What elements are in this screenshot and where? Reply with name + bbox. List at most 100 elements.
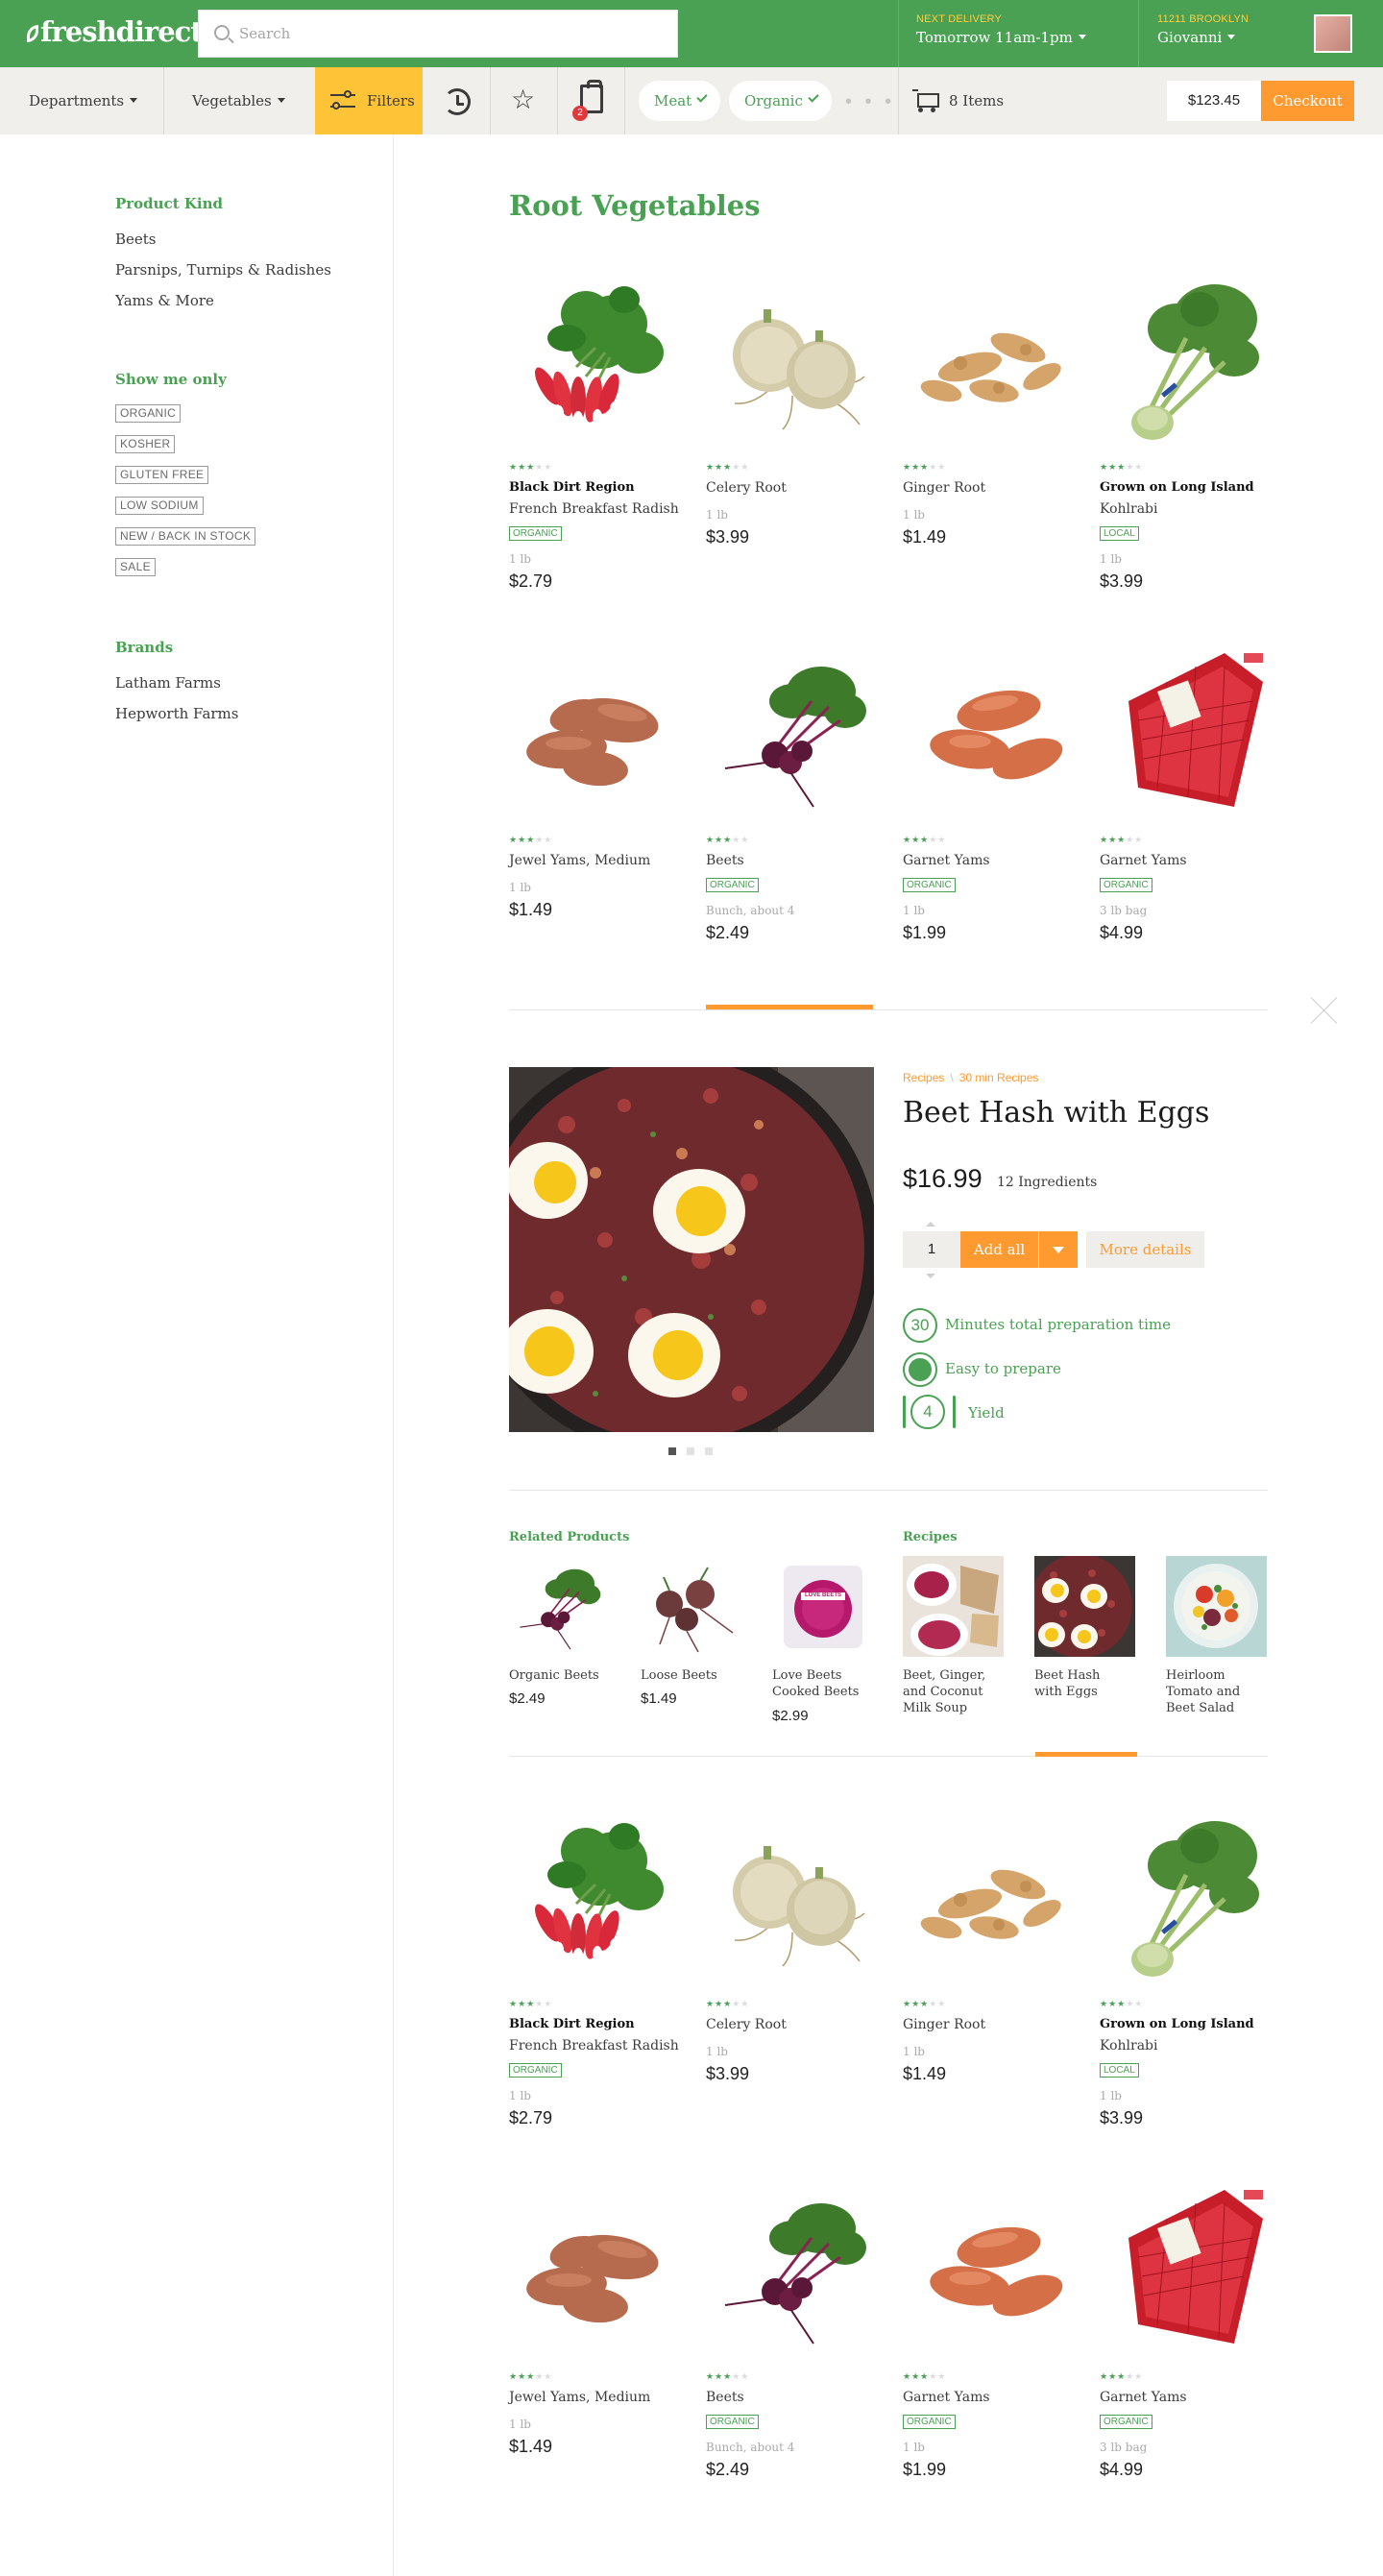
related-product-name[interactable]: Love Beets Cooked Beets [772, 1667, 868, 1700]
product-card[interactable]: ★★★★★ Jewel Yams, Medium 1 lb $1.49 [509, 644, 686, 1009]
product-image[interactable] [903, 2180, 1080, 2357]
shopping-list-button[interactable]: 2 [557, 67, 624, 134]
product-card[interactable]: ★★★★★ Beets ORGANIC Bunch, about 4 $2.49 [706, 2180, 883, 2545]
product-card[interactable]: ★★★★★ Grown on Long Island Kohlrabi LOCAL 1 … [1100, 1808, 1276, 2173]
product-card[interactable]: ★★★★★ Grown on Long Island Kohlrabi LOCAL 1 … [1100, 271, 1276, 636]
product-image[interactable] [903, 1808, 1080, 1984]
add-options-dropdown[interactable] [1039, 1231, 1078, 1268]
filter-tag-gluten-free[interactable]: GLUTEN FREE [115, 466, 209, 484]
checkout-button[interactable]: Checkout [1261, 81, 1354, 121]
product-card[interactable]: ★★★★★ Black Dirt Region French Breakfast R… [509, 271, 686, 636]
quantity-down-icon[interactable] [926, 1274, 935, 1278]
breadcrumb-30-min[interactable]: 30 min Recipes [959, 1071, 1039, 1084]
product-image[interactable] [509, 1808, 686, 1984]
product-card[interactable]: ★★★★★ Garnet Yams ORGANIC 3 lb bag $4.99 [1100, 644, 1276, 1009]
filter-tag-organic[interactable]: ORGANIC [115, 404, 182, 423]
product-card[interactable]: ★★★★★ Jewel Yams, Medium 1 lb $1.49 [509, 2180, 686, 2545]
product-image[interactable] [903, 271, 1080, 448]
delivery-selector[interactable]: NEXT DELIVERY Tomorrow 11am-1pm [916, 13, 1128, 46]
related-product-name[interactable]: Organic Beets [509, 1667, 605, 1684]
filters-button[interactable]: Filters [315, 67, 423, 134]
avatar[interactable] [1314, 14, 1352, 53]
related-product-image[interactable]: LOVE BEETS [772, 1556, 873, 1657]
product-card[interactable]: ★★★★★ Celery Root 1 lb $3.99 [706, 1808, 883, 2173]
product-card[interactable]: ★★★★★ Garnet Yams ORGANIC 3 lb bag $4.99 [1100, 2180, 1276, 2545]
product-image[interactable] [706, 1808, 883, 1984]
product-price: $1.49 [903, 2064, 947, 2083]
product-image[interactable] [706, 644, 883, 820]
product-card[interactable]: ★★★★★ Garnet Yams ORGANIC 1 lb $1.99 [903, 644, 1080, 1009]
filter-tag-sale[interactable]: SALE [115, 558, 156, 576]
sidebar-item-yams[interactable]: Yams & More [115, 292, 214, 309]
recipe-name[interactable]: Beet Hash with Eggs [1034, 1667, 1130, 1700]
product-name: Garnet Yams [903, 853, 990, 868]
breadcrumb-recipes[interactable]: Recipes [903, 1071, 944, 1084]
product-card[interactable]: ★★★★★ Black Dirt Region French Breakfast R… [509, 1808, 686, 2173]
add-all-button[interactable]: Add all [960, 1231, 1038, 1268]
product-image[interactable] [1100, 644, 1276, 820]
sidebar-item-parsnips[interactable]: Parsnips, Turnips & Radishes [115, 261, 331, 279]
ingredient-count: 12 Ingredients [997, 1175, 1098, 1190]
product-image[interactable] [706, 2180, 883, 2357]
filter-chip-organic[interactable]: Organic [729, 81, 832, 121]
favorites-button[interactable]: ☆ [490, 67, 557, 134]
related-product-name[interactable]: Loose Beets [641, 1667, 737, 1684]
product-tag: ORGANIC [509, 526, 562, 541]
recipe-thumbnail[interactable] [1029, 1554, 1135, 1658]
slide-dot[interactable] [687, 1447, 694, 1455]
product-image[interactable] [509, 271, 686, 448]
product-name: Beets [706, 853, 744, 868]
product-card[interactable]: ★★★★★ Beets ORGANIC Bunch, about 4 $2.49 [706, 644, 883, 1009]
brand-hepworth-farms[interactable]: Hepworth Farms [115, 705, 238, 722]
close-icon[interactable] [1310, 996, 1339, 1025]
product-size: 1 lb [1100, 552, 1122, 566]
rating-stars-filled: ★★★ [509, 2372, 536, 2382]
product-price: $3.99 [706, 527, 750, 547]
product-card[interactable]: ★★★★★ Garnet Yams ORGANIC 1 lb $1.99 [903, 2180, 1080, 2545]
recipe-name[interactable]: Beet, Ginger, and Coconut Milk Soup [903, 1667, 999, 1716]
knife-icon [953, 1396, 956, 1428]
recipe-name[interactable]: Heirloom Tomato and Beet Salad [1166, 1667, 1262, 1716]
product-image[interactable] [1100, 1808, 1276, 1984]
rating-stars-filled: ★★★ [706, 836, 733, 845]
filter-chip-meat[interactable]: Meat [639, 81, 721, 121]
departments-dropdown[interactable]: Departments [29, 67, 138, 134]
rating-stars-filled: ★★★ [706, 2372, 733, 2382]
product-image[interactable] [903, 644, 1080, 820]
filter-tag-new[interactable]: NEW / BACK IN STOCK [115, 527, 256, 546]
sidebar-item-beets[interactable]: Beets [115, 231, 157, 248]
product-card[interactable]: ★★★★★ Ginger Root 1 lb $1.49 [903, 1808, 1080, 2173]
recipe-image[interactable] [466, 1043, 879, 1456]
quantity-up-icon[interactable] [926, 1222, 935, 1227]
product-image[interactable] [706, 271, 883, 448]
history-button[interactable] [423, 67, 490, 134]
cart-button[interactable]: 8 Items [912, 67, 1004, 134]
product-image[interactable] [1100, 271, 1276, 448]
related-product-image[interactable] [509, 1556, 610, 1657]
product-brand: Grown on Long Island [1100, 480, 1254, 495]
product-image[interactable] [1100, 2180, 1276, 2357]
brand-latham-farms[interactable]: Latham Farms [115, 674, 221, 692]
more-filters-icon[interactable]: • • • [845, 92, 895, 111]
quantity-stepper[interactable]: 1 [903, 1231, 960, 1268]
freshdirect-logo[interactable]: freshdirect [27, 15, 204, 48]
product-tag: ORGANIC [509, 2063, 562, 2078]
search-box[interactable] [198, 10, 678, 58]
slide-dot[interactable] [668, 1447, 676, 1455]
related-product-image[interactable] [641, 1556, 741, 1657]
filter-tag-kosher[interactable]: KOSHER [115, 435, 176, 453]
product-card[interactable]: ★★★★★ Celery Root 1 lb $3.99 [706, 271, 883, 636]
filter-tag-low-sodium[interactable]: LOW SODIUM [115, 497, 204, 515]
rating-stars-empty: ★★ [929, 2000, 947, 2009]
search-input[interactable] [239, 23, 662, 44]
vegetables-dropdown[interactable]: Vegetables [192, 67, 285, 134]
product-tag: ORGANIC [903, 2415, 956, 2429]
product-card[interactable]: ★★★★★ Ginger Root 1 lb $1.49 [903, 271, 1080, 636]
more-details-button[interactable]: More details [1086, 1231, 1204, 1268]
recipe-thumbnail[interactable] [903, 1556, 1004, 1657]
product-image[interactable] [509, 2180, 686, 2357]
recipe-thumbnail[interactable] [1166, 1556, 1267, 1657]
product-image[interactable] [509, 644, 686, 820]
account-selector[interactable]: 11211 BROOKLYN Giovanni [1157, 13, 1292, 46]
slide-dot[interactable] [705, 1447, 713, 1455]
